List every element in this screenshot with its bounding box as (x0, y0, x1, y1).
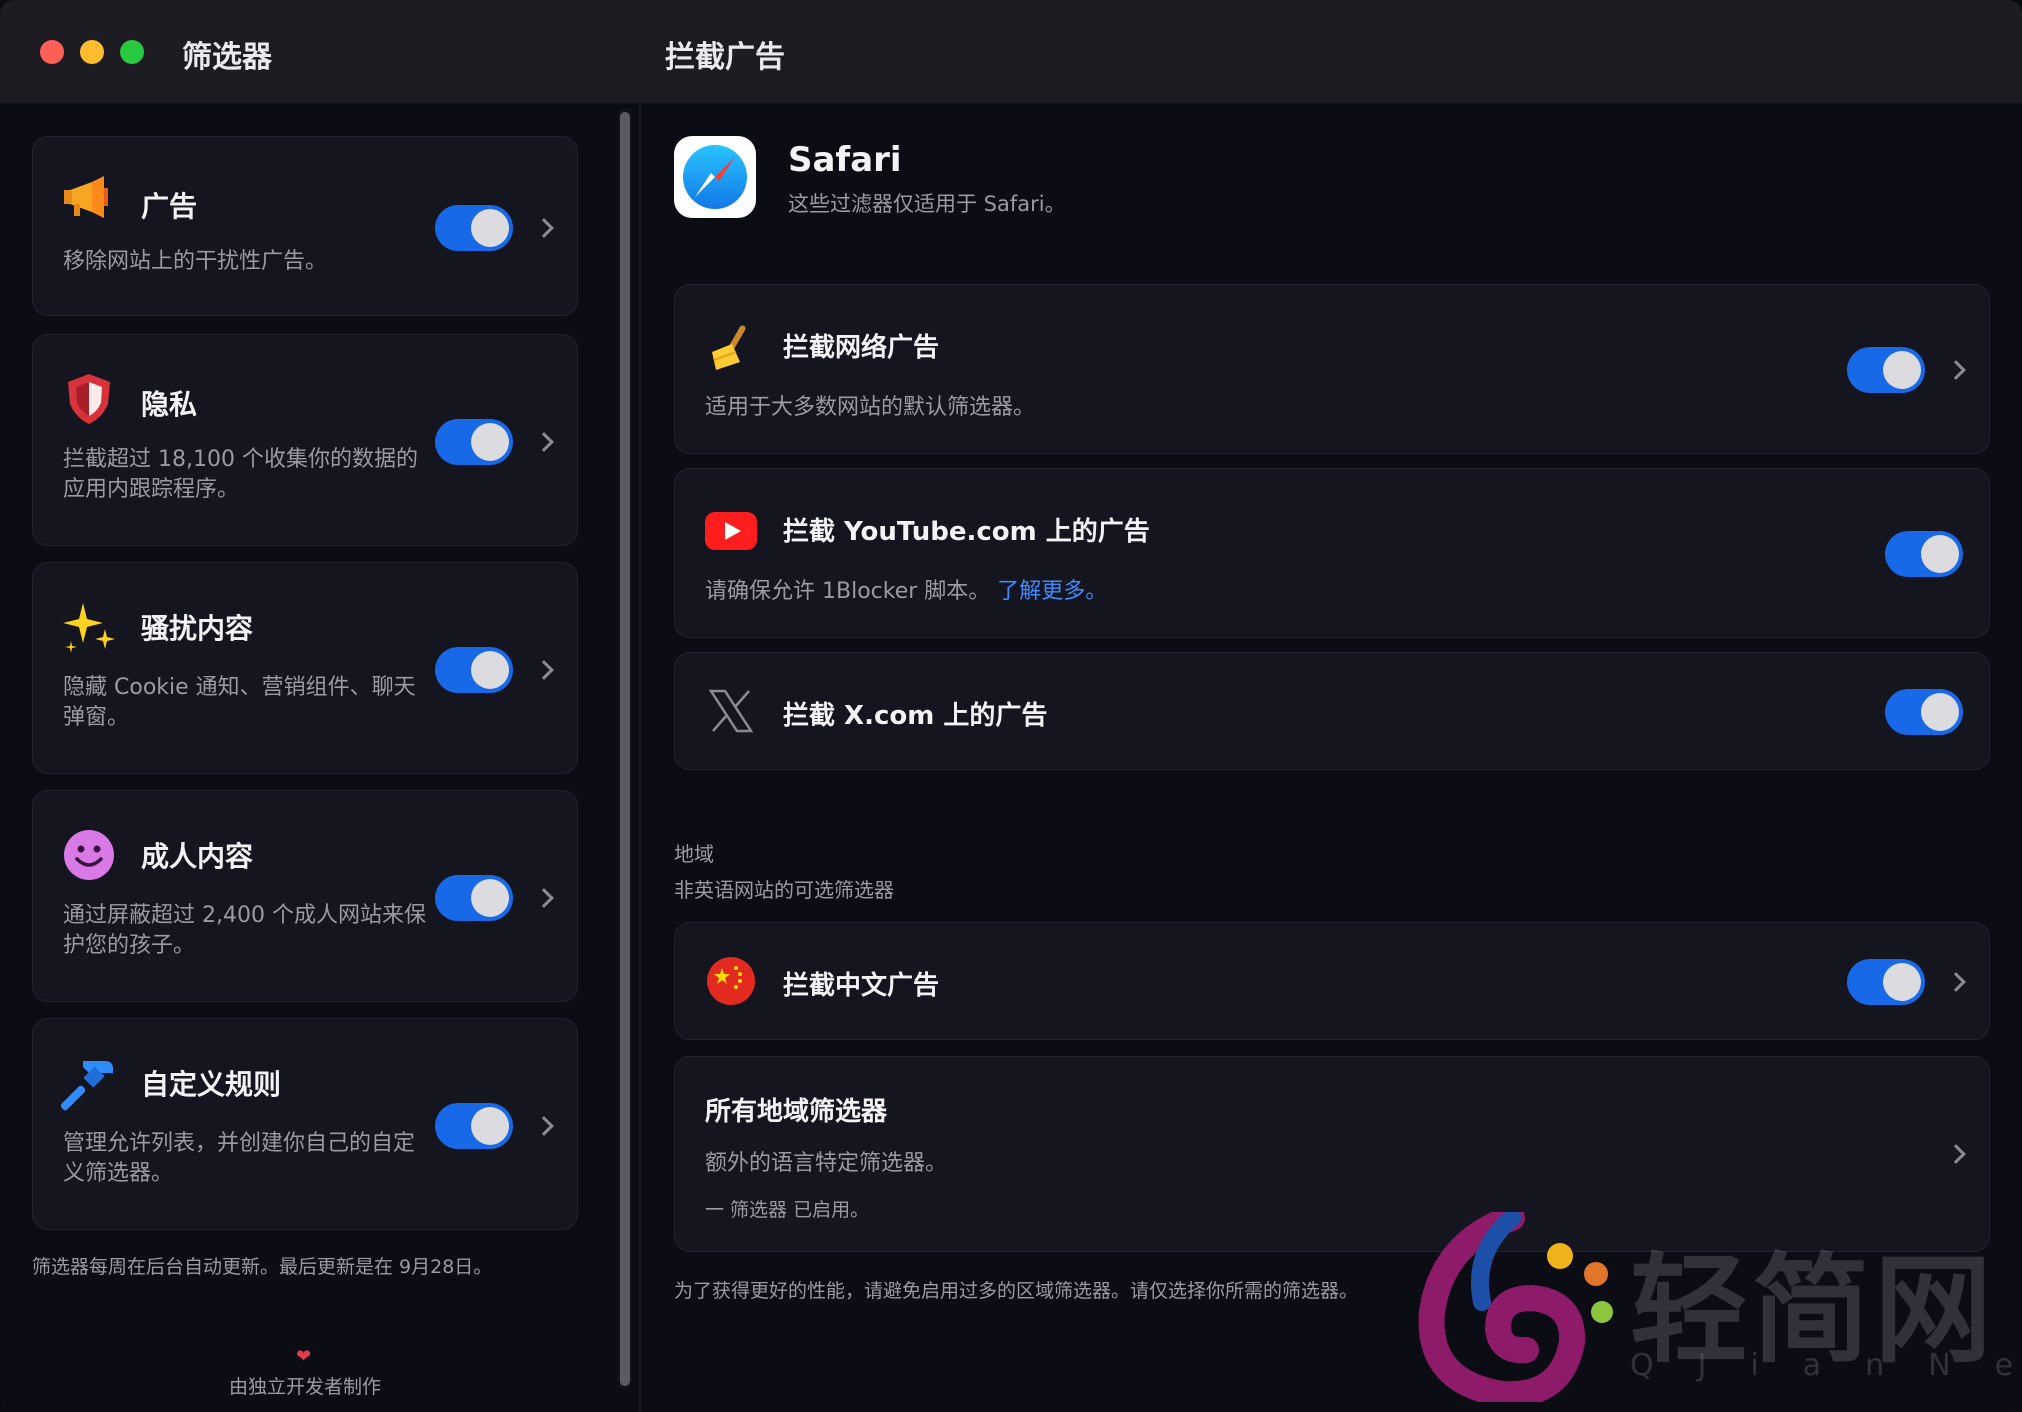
zoom-window-button[interactable] (120, 40, 144, 64)
filter-row-chinese[interactable]: 拦截中文广告 (674, 922, 1990, 1040)
annoyances-toggle[interactable] (435, 647, 513, 693)
update-note: 筛选器每周在后台自动更新。最后更新是在 9月28日。 (32, 1256, 493, 1278)
sidebar-item-desc: 通过屏蔽超过 2,400 个成人网站来保护您的孩子。 (63, 903, 426, 958)
sidebar-item-label: 自定义规则 (141, 1068, 282, 1101)
sidebar-item-annoyances[interactable]: 骚扰内容 隐藏 Cookie 通知、营销组件、聊天弹窗。 (32, 562, 578, 774)
chevron-right-icon (534, 660, 554, 680)
sidebar-item-label: 广告 (141, 190, 198, 223)
chevron-right-icon (1946, 1144, 1966, 1164)
x-logo-icon (703, 683, 759, 739)
ads-toggle[interactable] (435, 205, 513, 251)
made-by-note: 由独立开发者制作 (228, 1376, 381, 1398)
chevron-right-icon (534, 432, 554, 452)
adult-toggle[interactable] (435, 875, 513, 921)
broom-icon (703, 319, 759, 375)
chevron-right-icon (1946, 360, 1966, 380)
title-bar: 筛选器 拦截广告 (0, 0, 2022, 104)
web-ads-toggle[interactable] (1847, 347, 1925, 393)
browser-desc: 这些过滤器仅适用于 Safari。 (788, 192, 1066, 216)
watermark-logo (1402, 1205, 1622, 1408)
filter-desc: 适用于大多数网站的默认筛选器。 (705, 395, 1036, 420)
filter-title: 拦截中文广告 (783, 971, 940, 1001)
filter-row-x[interactable]: 拦截 X.com 上的广告 (674, 652, 1990, 770)
chevron-right-icon (1946, 972, 1966, 992)
hammer-icon (61, 1055, 117, 1111)
sidebar-item-label: 隐私 (141, 388, 198, 421)
filter-title: 拦截 YouTube.com 上的广告 (783, 517, 1150, 547)
filter-desc: 额外的语言特定筛选器。 (705, 1151, 948, 1176)
filter-row-youtube[interactable]: 拦截 YouTube.com 上的广告 请确保允许 1Blocker 脚本。 了… (674, 468, 1990, 638)
shield-icon (61, 371, 117, 427)
sidebar-scrollbar-thumb[interactable] (620, 112, 630, 1386)
region-performance-note: 为了获得更好的性能，请避免启用过多的区域筛选器。请仅选择你所需的筛选器。 (674, 1280, 1359, 1302)
filter-title: 拦截 X.com 上的广告 (783, 701, 1048, 731)
youtube-icon (703, 503, 759, 559)
page-title: 拦截广告 (665, 40, 785, 75)
sidebar-item-label: 成人内容 (141, 840, 254, 873)
sidebar-title: 筛选器 (182, 40, 272, 75)
close-window-button[interactable] (40, 40, 64, 64)
heart-icon: ❤ (296, 1346, 312, 1367)
smiley-icon (61, 827, 117, 883)
learn-more-link[interactable]: 了解更多。 (997, 579, 1107, 604)
minimize-window-button[interactable] (80, 40, 104, 64)
sidebar-item-privacy[interactable]: 隐私 拦截超过 18,100 个收集你的数据的应用内跟踪程序。 (32, 334, 578, 546)
custom-rules-toggle[interactable] (435, 1103, 513, 1149)
china-flag-icon (703, 953, 759, 1009)
browser-name: Safari (788, 140, 902, 180)
filter-desc: 请确保允许 1Blocker 脚本。 了解更多。 (705, 579, 1108, 604)
sidebar-item-custom-rules[interactable]: 自定义规则 管理允许列表，并创建你自己的自定义筛选器。 (32, 1018, 578, 1230)
section-heading-region: 地域 (674, 842, 714, 866)
app-window: 筛选器 拦截广告 广告 移除网站上的干扰性广告。 隐私 拦截超过 18,100 … (0, 0, 2022, 1412)
sidebar-item-desc: 拦截超过 18,100 个收集你的数据的应用内跟踪程序。 (63, 447, 418, 502)
sparkles-icon (61, 599, 117, 655)
sidebar-item-desc: 管理允许列表，并创建你自己的自定义筛选器。 (63, 1131, 416, 1186)
sidebar-item-desc: 移除网站上的干扰性广告。 (63, 249, 328, 274)
filter-status: 一 筛选器 已启用。 (705, 1199, 870, 1221)
section-subheading-region: 非英语网站的可选筛选器 (674, 878, 894, 902)
sidebar-item-label: 骚扰内容 (141, 612, 254, 645)
watermark-subtext: QJianNet (1630, 1348, 2022, 1383)
sidebar-item-desc: 隐藏 Cookie 通知、营销组件、聊天弹窗。 (63, 675, 416, 730)
sidebar-item-adult[interactable]: 成人内容 通过屏蔽超过 2,400 个成人网站来保护您的孩子。 (32, 790, 578, 1002)
x-toggle[interactable] (1885, 689, 1963, 735)
megaphone-icon (61, 169, 117, 225)
youtube-toggle[interactable] (1885, 531, 1963, 577)
chevron-right-icon (534, 1116, 554, 1136)
filter-title: 所有地域筛选器 (705, 1097, 888, 1127)
safari-icon (674, 136, 756, 218)
chinese-ads-toggle[interactable] (1847, 959, 1925, 1005)
chevron-right-icon (534, 218, 554, 238)
privacy-toggle[interactable] (435, 419, 513, 465)
filter-row-web-ads[interactable]: 拦截网络广告 适用于大多数网站的默认筛选器。 (674, 284, 1990, 454)
sidebar-item-ads[interactable]: 广告 移除网站上的干扰性广告。 (32, 136, 578, 316)
pane-divider (639, 104, 641, 1412)
filter-title: 拦截网络广告 (783, 333, 940, 363)
chevron-right-icon (534, 888, 554, 908)
